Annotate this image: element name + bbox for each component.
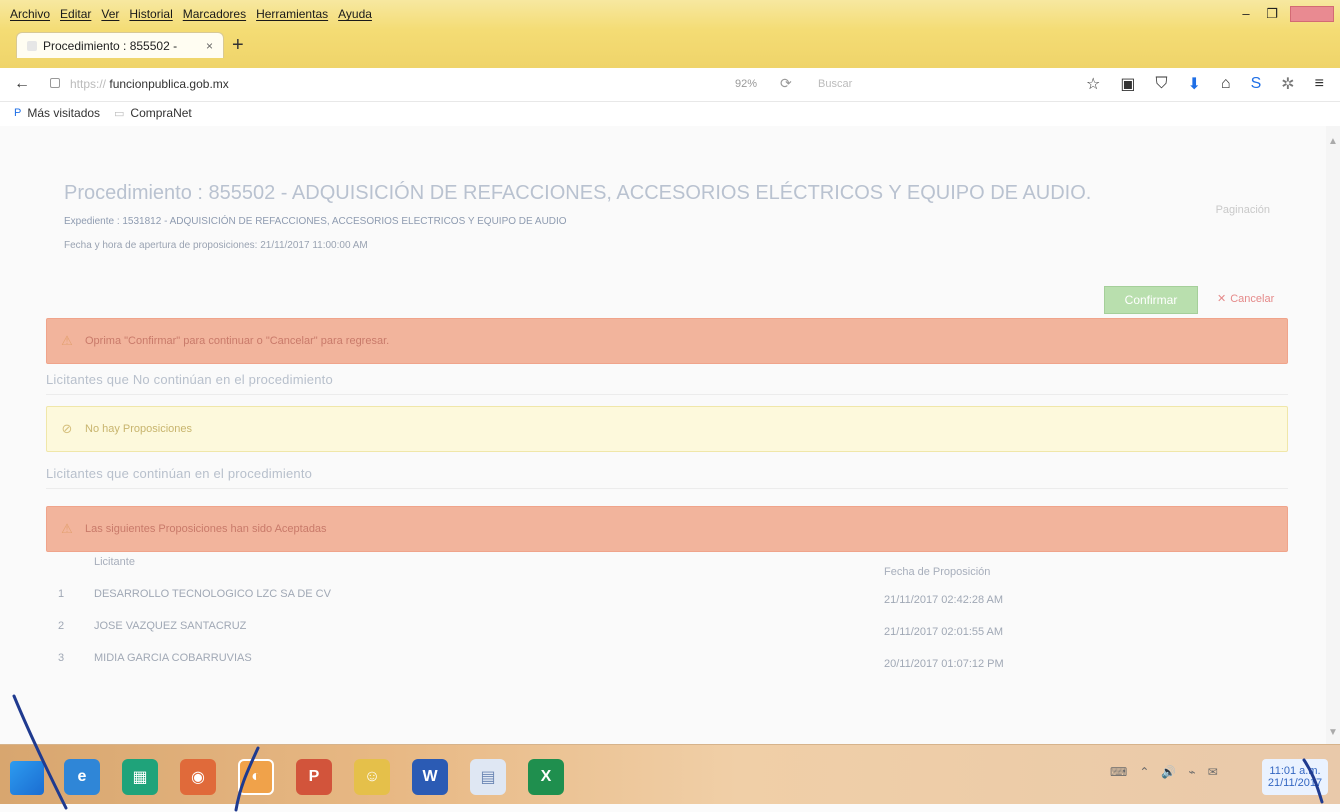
page-scrollbar[interactable]: ▲ ▼: [1326, 126, 1340, 744]
url-prefix: https://: [70, 77, 107, 91]
column-licitante: Licitante: [94, 556, 135, 568]
lock-icon: [50, 78, 60, 88]
most-visited-icon: P: [14, 107, 22, 119]
url-domain: funcionpublica.gob.mx: [109, 77, 229, 91]
tab-title: Procedimiento : 855502 -: [43, 38, 178, 53]
chat-icon[interactable]: ☺: [354, 759, 390, 795]
divider: [46, 394, 1288, 395]
tray-chevron-icon[interactable]: ⌃: [1139, 765, 1149, 779]
bookmark-compranet[interactable]: ▭ CompraNet: [114, 106, 192, 120]
browser-chrome: Archivo Editar Ver Historial Marcadores …: [0, 0, 1340, 68]
store-icon[interactable]: ▦: [122, 759, 158, 795]
chrome-icon[interactable]: ◉: [180, 759, 216, 795]
pen-annotation: [1302, 758, 1324, 804]
licitante-name: DESARROLLO TECNOLOGICO LZC SA DE CV: [94, 588, 331, 600]
address-bar[interactable]: https:// funcionpublica.gob.mx: [70, 77, 229, 91]
pen-annotation: [12, 694, 68, 810]
expediente-text: Expediente : 1531812 - ADQUISICIÓN DE RE…: [64, 216, 567, 227]
divider: [46, 488, 1288, 489]
tab-favicon-icon: [27, 40, 37, 51]
table-row: 2 JOSE VAZQUEZ SANTACRUZ 21/11/2017 02:0…: [46, 620, 1288, 642]
taskbar: e ▦ ◉ ◐ P ☺ W ▤ X ⌨ ⌃ 🔊 ⌁ ✉ 11:01 a.m. 2…: [0, 744, 1340, 804]
volume-icon[interactable]: 🔊: [1161, 765, 1176, 779]
row-number: 2: [58, 620, 65, 632]
scroll-up-icon[interactable]: ▲: [1328, 136, 1338, 147]
system-tray: ⌨ ⌃ 🔊 ⌁ ✉: [1110, 765, 1218, 779]
pocket-icon[interactable]: ⛉: [1155, 75, 1167, 93]
menu-archivo[interactable]: Archivo: [10, 7, 50, 21]
word-icon[interactable]: W: [412, 759, 448, 795]
table-row: 3 MIDIA GARCIA COBARRUVIAS 20/11/2017 01…: [46, 652, 1288, 674]
zoom-indicator[interactable]: 92%: [735, 78, 757, 90]
no-proposals-alert: ⊘ No hay Proposiciones: [46, 406, 1288, 452]
menu-hamburger-icon[interactable]: ≡: [1315, 75, 1324, 93]
window-controls: – ❐: [1238, 6, 1334, 22]
back-arrow-icon[interactable]: ←: [14, 75, 30, 93]
accepted-alert-text: Las siguientes Proposiciones han sido Ac…: [85, 523, 327, 535]
extension-icon[interactable]: ✲: [1281, 74, 1294, 94]
confirm-alert-text: Oprima "Confirmar" para continuar o "Can…: [85, 335, 390, 347]
menu-marcadores[interactable]: Marcadores: [183, 7, 246, 21]
scroll-down-icon[interactable]: ▼: [1328, 727, 1338, 738]
excel-icon[interactable]: X: [528, 759, 564, 795]
toolbar-icons: ☆ ▣ ⛉ ⬇ ⌂ S ✲ ≡: [1086, 74, 1324, 94]
powerpoint-icon[interactable]: P: [296, 759, 332, 795]
licitante-name: MIDIA GARCIA COBARRUVIAS: [94, 652, 252, 664]
browser-tab[interactable]: Procedimiento : 855502 - ×: [16, 32, 224, 58]
navigation-bar: ← https:// funcionpublica.gob.mx 92% ⟳ B…: [0, 68, 1340, 102]
network-icon[interactable]: ⌁: [1188, 765, 1195, 779]
notifications-icon[interactable]: ✉: [1208, 765, 1218, 779]
column-fecha: Fecha de Proposición: [884, 566, 991, 578]
page-content: Procedimiento : 855502 - ADQUISICIÓN DE …: [0, 126, 1340, 744]
apertura-text: Fecha y hora de apertura de proposicione…: [64, 240, 368, 251]
pen-annotation: [234, 746, 260, 812]
reader-view-icon[interactable]: ▣: [1120, 74, 1135, 94]
bookmark-most-visited[interactable]: P Más visitados: [14, 106, 100, 120]
compranet-icon: ▭: [114, 107, 125, 120]
minimize-button[interactable]: –: [1238, 7, 1254, 21]
cancel-label: Cancelar: [1230, 292, 1275, 305]
tab-close-icon[interactable]: ×: [206, 39, 213, 53]
menu-ver[interactable]: Ver: [101, 7, 119, 21]
restore-button[interactable]: ❐: [1264, 7, 1280, 21]
page-title: Procedimiento : 855502 - ADQUISICIÓN DE …: [64, 182, 1092, 204]
table-row: 1 DESARROLLO TECNOLOGICO LZC SA DE CV 21…: [46, 588, 1288, 610]
close-window-button[interactable]: [1290, 6, 1334, 22]
menu-historial[interactable]: Historial: [129, 7, 172, 21]
new-tab-button[interactable]: +: [232, 35, 244, 55]
row-number: 1: [58, 588, 65, 600]
section-continue: Licitantes que continúan en el procedimi…: [46, 466, 313, 481]
home-icon[interactable]: ⌂: [1221, 75, 1231, 93]
confirm-button[interactable]: Confirmar: [1104, 286, 1198, 314]
search-field[interactable]: Buscar: [818, 78, 852, 90]
cancel-x-icon: ✕: [1217, 293, 1227, 305]
confirm-alert: ⚠ Oprima "Confirmar" para continuar o "C…: [46, 318, 1288, 364]
bookmark-star-icon[interactable]: ☆: [1086, 74, 1100, 94]
info-icon: ⊘: [61, 421, 73, 436]
menu-bar: Archivo Editar Ver Historial Marcadores …: [10, 7, 372, 21]
reload-icon[interactable]: ⟳: [780, 75, 792, 92]
cancel-link[interactable]: ✕ Cancelar: [1217, 292, 1275, 306]
bookmark-label: Más visitados: [27, 106, 101, 120]
proposal-date: 20/11/2017 01:07:12 PM: [884, 658, 1004, 670]
accepted-alert: ⚠ Las siguientes Proposiciones han sido …: [46, 506, 1288, 552]
keyboard-icon[interactable]: ⌨: [1110, 765, 1127, 779]
warning-icon: ⚠: [61, 521, 73, 536]
menu-herramientas[interactable]: Herramientas: [256, 7, 328, 21]
menu-ayuda[interactable]: Ayuda: [338, 7, 372, 21]
proposal-date: 21/11/2017 02:42:28 AM: [884, 594, 1004, 606]
warning-icon: ⚠: [61, 333, 73, 348]
menu-editar[interactable]: Editar: [60, 7, 91, 21]
proposal-date: 21/11/2017 02:01:55 AM: [884, 626, 1004, 638]
file-explorer-icon[interactable]: ▤: [470, 759, 506, 795]
skype-icon[interactable]: S: [1251, 75, 1262, 93]
row-number: 3: [58, 652, 65, 664]
bookmark-label: CompraNet: [130, 106, 192, 120]
pagination-link[interactable]: Paginación: [1216, 204, 1270, 216]
downloads-icon[interactable]: ⬇: [1188, 74, 1201, 94]
bookmarks-bar: P Más visitados ▭ CompraNet: [0, 102, 1340, 126]
section-no-continue: Licitantes que No continúan en el proced…: [46, 372, 333, 387]
no-proposals-text: No hay Proposiciones: [85, 423, 193, 435]
licitante-name: JOSE VAZQUEZ SANTACRUZ: [94, 620, 247, 632]
